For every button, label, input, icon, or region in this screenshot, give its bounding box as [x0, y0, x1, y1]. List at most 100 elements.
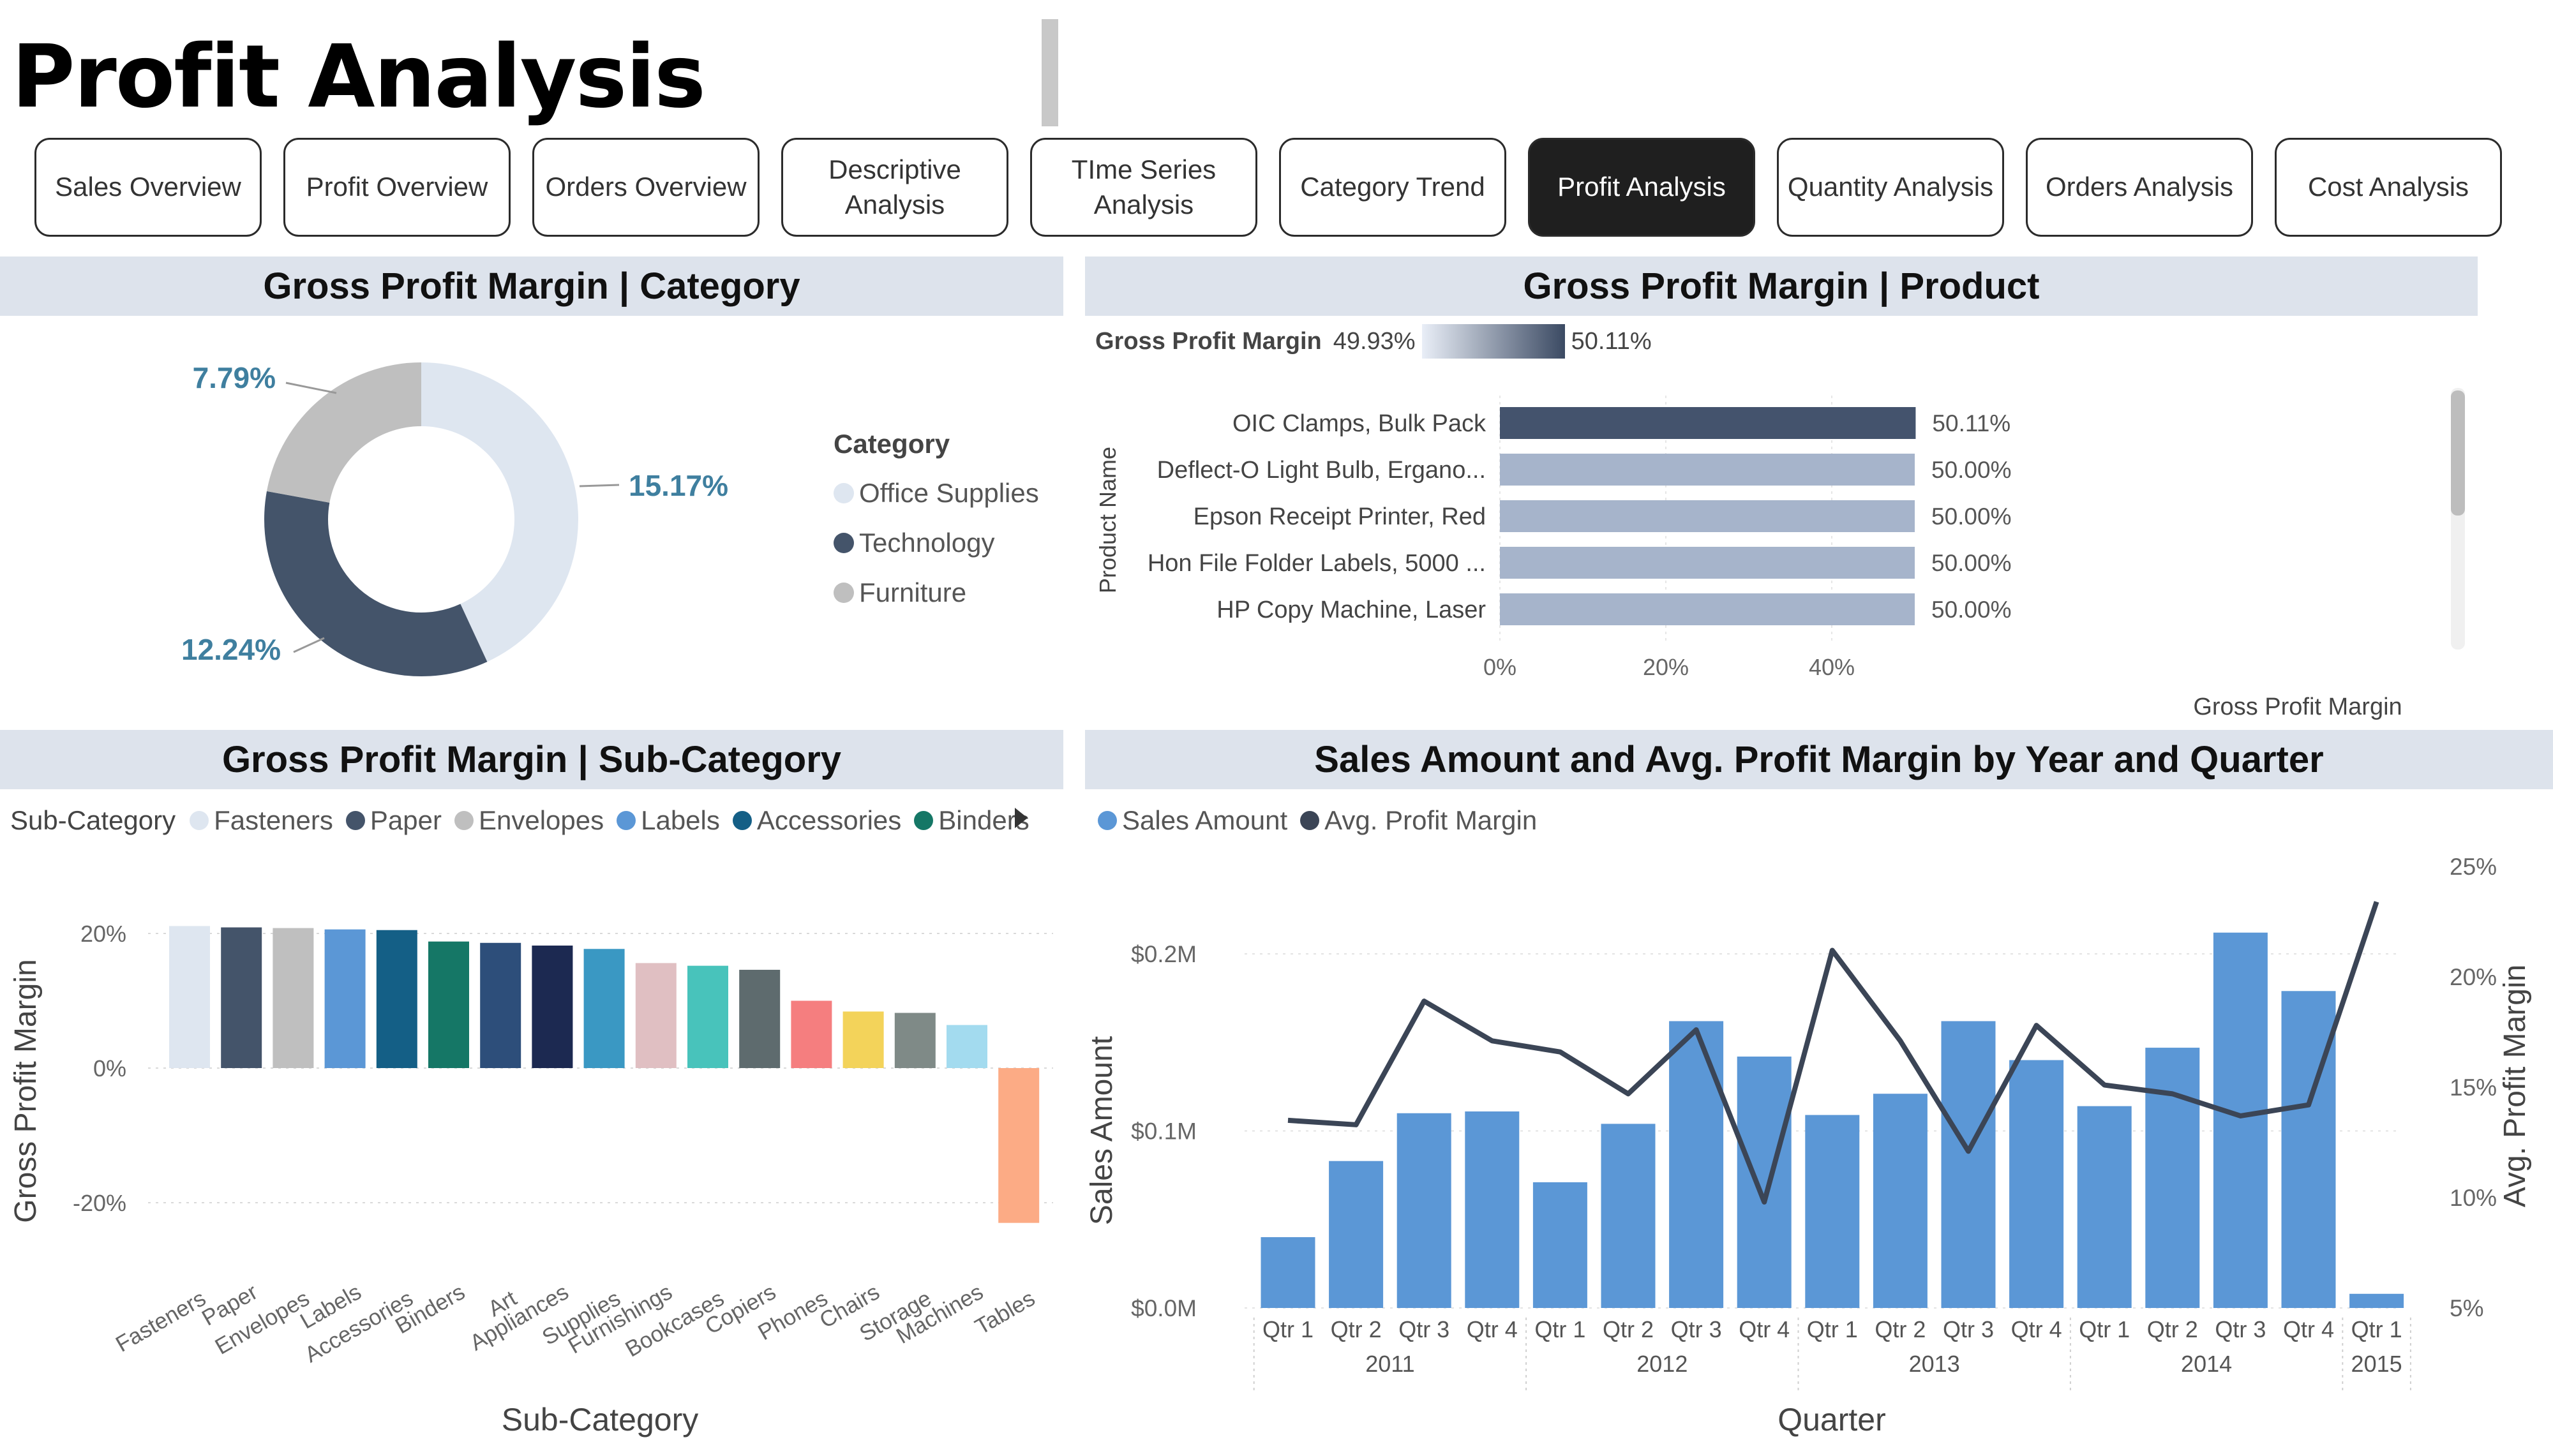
product-x-tick-label: 0% — [1483, 654, 1516, 680]
legend-label: Furniture — [859, 577, 967, 607]
subcategory-legend-item-labels[interactable]: Labels — [617, 805, 720, 836]
sales-bar[interactable] — [2349, 1293, 2404, 1308]
subcategory-bar-storage[interactable] — [894, 1013, 936, 1068]
quarter-tick-label: Qtr 1 — [2351, 1316, 2402, 1342]
sales-bar[interactable] — [1261, 1237, 1315, 1308]
subcategory-bar-appliances[interactable] — [532, 945, 573, 1068]
nav-button-orders-analysis[interactable]: Orders Analysis — [2026, 138, 2253, 237]
sales-bar[interactable] — [1532, 1182, 1587, 1308]
nav-button-profit-analysis[interactable]: Profit Analysis — [1528, 138, 1755, 237]
subcategory-bar-tables[interactable] — [998, 1068, 1040, 1223]
product-value-label: 50.00% — [1931, 550, 2012, 576]
combo-legend-item-sales-amount[interactable]: Sales Amount — [1098, 805, 1287, 836]
nav-button-label: TIme Series Analysis — [1071, 154, 1217, 219]
product-gradient-legend: Gross Profit Margin 49.93% 50.11% — [1095, 324, 1652, 359]
sales-bar[interactable] — [2145, 1048, 2200, 1308]
product-bar[interactable] — [1500, 593, 1915, 625]
subcategory-bar-chairs[interactable] — [842, 1011, 884, 1068]
legend-dot-icon — [345, 811, 365, 830]
sales-bar[interactable] — [1329, 1161, 1384, 1308]
nav-button-time-series-analysis[interactable]: TIme Series Analysis — [1030, 138, 1257, 237]
nav-button-profit-overview[interactable]: Profit Overview — [283, 138, 511, 237]
subcategory-bar-copiers[interactable] — [739, 969, 781, 1068]
sales-bar[interactable] — [1669, 1021, 1724, 1308]
subcategory-bar-art[interactable] — [480, 942, 521, 1068]
product-y-axis-title: Product Name — [1095, 447, 1121, 593]
subcategory-legend-item-envelopes[interactable]: Envelopes — [454, 805, 604, 836]
product-value-label: 50.00% — [1931, 457, 2012, 483]
quarter-tick-label: Qtr 1 — [1534, 1316, 1585, 1342]
year-tick-label: 2015 — [2351, 1351, 2402, 1377]
sales-bar[interactable] — [1873, 1094, 1928, 1308]
nav-button-sales-overview[interactable]: Sales Overview — [34, 138, 262, 237]
sales-bar[interactable] — [1737, 1056, 1792, 1308]
nav-button-cost-analysis[interactable]: Cost Analysis — [2275, 138, 2502, 237]
nav-button-label: Sales Overview — [55, 172, 241, 202]
sales-bar[interactable] — [1465, 1111, 1520, 1308]
legend-label: Paper — [370, 805, 442, 835]
subcategory-bar-envelopes[interactable] — [273, 928, 314, 1068]
subcategory-bar-accessories[interactable] — [376, 930, 417, 1068]
subcategory-bar-bookcases[interactable] — [687, 965, 728, 1068]
sales-bar[interactable] — [2281, 991, 2336, 1308]
product-value-label: 50.00% — [1931, 503, 2012, 530]
gradient-legend-bar — [1421, 324, 1565, 359]
subcategory-bar-supplies[interactable] — [583, 949, 625, 1068]
product-x-tick-label: 40% — [1809, 654, 1855, 680]
product-bar[interactable] — [1500, 547, 1915, 579]
nav-button-label: Profit Analysis — [1557, 172, 1726, 202]
subcategory-legend-item-paper[interactable]: Paper — [345, 805, 442, 836]
subcategory-bar-machines[interactable] — [947, 1025, 987, 1068]
subcategory-x-axis-title: Sub-Category — [502, 1402, 699, 1437]
legend-dot-icon — [834, 483, 854, 503]
product-scrollbar-thumb[interactable] — [2451, 390, 2465, 516]
subcategory-legend-item-fasteners[interactable]: Fasteners — [190, 805, 333, 836]
quarter-tick-label: Qtr 2 — [1603, 1316, 1654, 1342]
nav-button-label: Orders Overview — [545, 172, 747, 202]
category-legend-item-furniture[interactable]: Furniture — [834, 568, 1039, 618]
product-bar[interactable] — [1500, 454, 1915, 486]
subcategory-legend-item-binders[interactable]: Binders — [914, 805, 1029, 836]
sales-bar[interactable] — [2077, 1106, 2132, 1308]
nav-button-label: Category Trend — [1300, 172, 1485, 202]
divider-bar — [1042, 19, 1058, 126]
sales-bar[interactable] — [1805, 1115, 1860, 1308]
category-legend: Category Office Supplies Technology Furnit… — [834, 429, 1039, 618]
subcategory-bar-paper[interactable] — [221, 927, 262, 1068]
sales-bar[interactable] — [2009, 1060, 2064, 1309]
combo-y2-tick-label: 5% — [2450, 1295, 2483, 1321]
gradient-legend-min: 49.93% — [1333, 327, 1416, 355]
subcategory-legend: Sub-Category Fasteners Paper Envelopes Labe… — [10, 805, 1042, 836]
subcategory-legend-item-accessories[interactable]: Accessories — [732, 805, 901, 836]
nav-button-descriptive-analysis[interactable]: Descriptive Analysis — [781, 138, 1008, 237]
nav-button-category-trend[interactable]: Category Trend — [1279, 138, 1506, 237]
subcategory-bar-labels[interactable] — [324, 929, 366, 1068]
subcategory-bar-phones[interactable] — [791, 1000, 832, 1069]
subcategory-bar-furnishings[interactable] — [635, 963, 677, 1068]
subcategory-bar-fasteners[interactable] — [169, 926, 210, 1068]
legend-next-arrow-icon[interactable] — [1015, 808, 1028, 828]
category-legend-item-office-supplies[interactable]: Office Supplies — [834, 468, 1039, 518]
panel-header-product: Gross Profit Margin | Product — [1085, 256, 2478, 316]
nav-button-orders-overview[interactable]: Orders Overview — [532, 138, 760, 237]
subcategory-bar-binders[interactable] — [428, 941, 469, 1068]
year-tick-label: 2013 — [1909, 1351, 1960, 1377]
product-x-axis-title: Gross Profit Margin — [2193, 694, 2402, 720]
combo-legend-item-avg-profit-margin[interactable]: Avg. Profit Margin — [1300, 805, 1537, 836]
product-bar[interactable] — [1500, 407, 1916, 439]
nav-button-label: Orders Analysis — [2045, 172, 2234, 202]
category-legend-item-technology[interactable]: Technology — [834, 518, 1039, 568]
sales-bar[interactable] — [2213, 932, 2268, 1308]
donut-slice-technology[interactable] — [264, 491, 488, 676]
sales-bar[interactable] — [1601, 1124, 1656, 1308]
sales-bar[interactable] — [1941, 1021, 1996, 1308]
product-bar[interactable] — [1500, 500, 1915, 532]
legend-dot-icon — [914, 811, 934, 830]
sales-bar[interactable] — [1396, 1113, 1451, 1308]
combo-y2-axis-title: Avg. Profit Margin — [2498, 965, 2532, 1208]
subcategory-y-tick-label: 0% — [93, 1055, 126, 1081]
quarter-tick-label: Qtr 4 — [2011, 1316, 2062, 1342]
subcategory-x-tick-label: Fasteners — [112, 1286, 210, 1357]
nav-button-quantity-analysis[interactable]: Quantity Analysis — [1777, 138, 2004, 237]
nav-button-label: Cost Analysis — [2307, 172, 2469, 202]
